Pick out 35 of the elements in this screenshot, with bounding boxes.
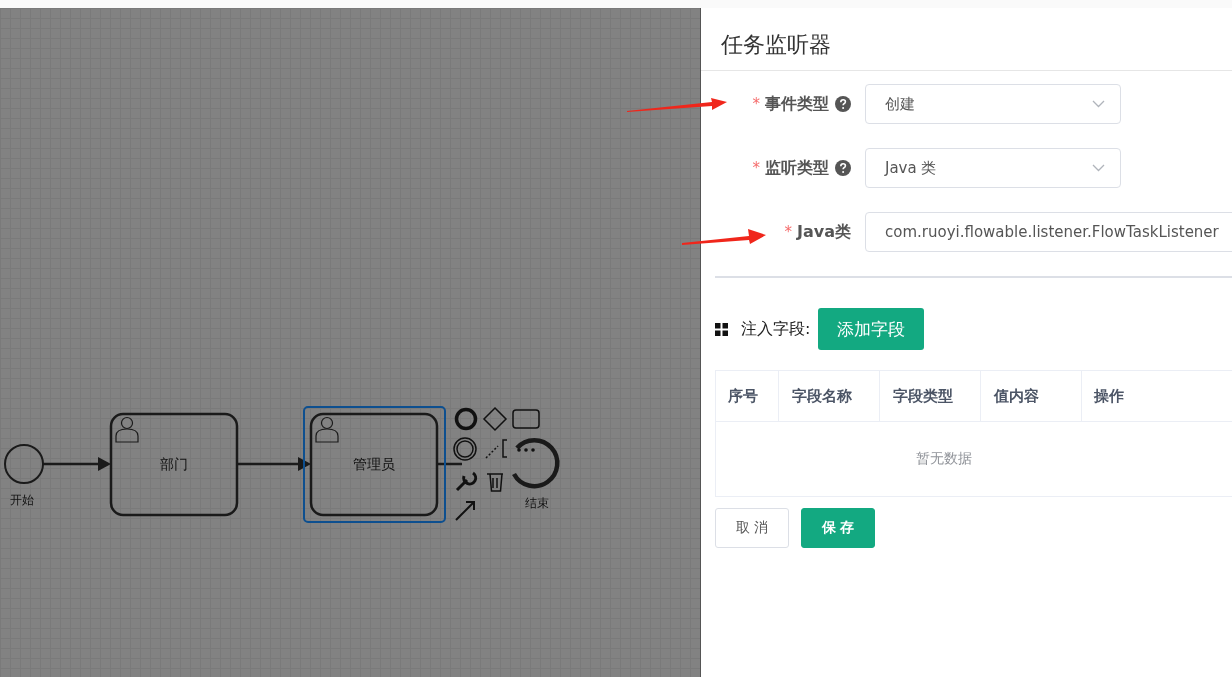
required-mark: * (752, 95, 760, 113)
select-field[interactable]: 创建 (865, 84, 1121, 124)
required-mark: * (752, 159, 760, 177)
help-icon[interactable] (835, 160, 851, 176)
column-header: 值内容 (981, 371, 1082, 421)
cancel-button[interactable]: 取 消 (715, 508, 789, 548)
section-label: 注入字段: (741, 318, 811, 340)
empty-text: 暂无数据 (916, 450, 972, 468)
column-header: 操作 (1093, 385, 1125, 407)
field-label: 监听类型 (765, 157, 829, 179)
caret-icon (1092, 100, 1105, 108)
task-label: 部门 (160, 456, 188, 472)
sequence-arrow (43, 457, 111, 471)
task-label: 管理员 (353, 456, 395, 472)
field-label: 事件类型 (765, 93, 829, 115)
user-icon (115, 416, 139, 443)
sequence-line (437, 462, 462, 466)
grid-icon (715, 322, 728, 336)
caret-icon (1092, 164, 1105, 172)
user-task[interactable] (309, 412, 439, 517)
drawer-title: 任务监听器 (701, 8, 1232, 71)
user-task[interactable] (109, 412, 239, 517)
event-label: 开始 (10, 493, 34, 507)
input-field[interactable]: com.ruoyi.flowable.listener.FlowTaskListener (865, 212, 1232, 252)
column-header: 字段名称 (779, 371, 880, 421)
end-event[interactable] (512, 438, 560, 489)
select-field[interactable]: Java 类 (865, 148, 1121, 188)
required-mark: * (784, 223, 792, 241)
column-header: 序号 (716, 371, 779, 421)
start-event[interactable] (4, 444, 44, 484)
field-label: Java类 (797, 221, 851, 243)
column-header: 字段类型 (880, 371, 981, 421)
event-label: 结束 (525, 496, 549, 510)
user-icon (315, 416, 339, 443)
help-icon[interactable] (835, 96, 851, 112)
